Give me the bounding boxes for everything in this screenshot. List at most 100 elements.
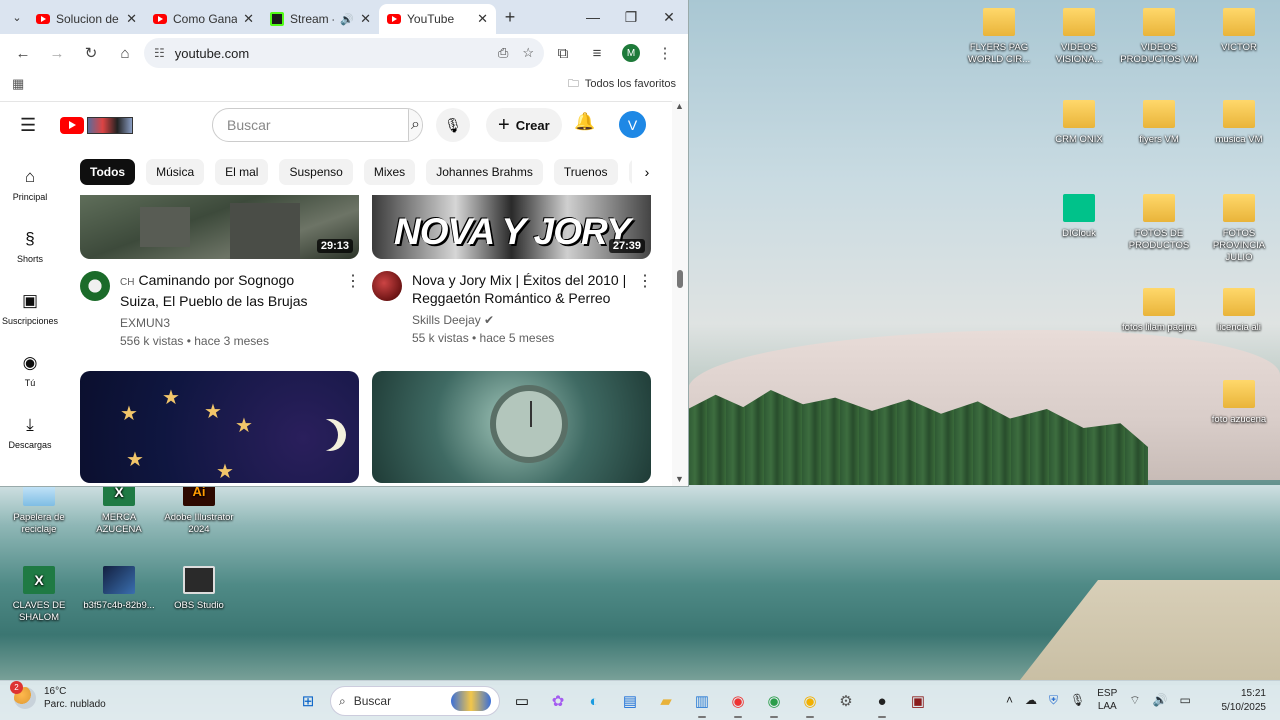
desktop-icon-obs[interactable]: OBS Studio [160, 566, 238, 612]
video-thumbnail[interactable] [372, 371, 651, 483]
back-button[interactable]: ← [8, 39, 38, 67]
task-view-icon[interactable]: ▭ [508, 687, 536, 715]
video-thumbnail[interactable]: ★ ★ ★ ★ ★ ★ [80, 371, 359, 483]
desktop-icon-crm-onix[interactable]: CRM ONIX [1040, 100, 1118, 146]
chip-el-mal[interactable]: El mal [215, 159, 269, 185]
audio-playing-icon[interactable]: 🔊 [340, 13, 354, 26]
notifications-bell-icon[interactable]: 🔔 [574, 112, 595, 132]
video-card[interactable]: NOVA Y JORY 27:39 Nova y Jory Mix | Éxit… [372, 195, 653, 345]
extensions-icon[interactable]: ⧉ [548, 39, 578, 67]
security-shield-icon[interactable]: ⛨ [1049, 693, 1058, 708]
voice-search-icon[interactable]: 🎙 [436, 108, 470, 142]
wifi-icon[interactable]: ⌔ [1129, 693, 1140, 708]
chip-todos[interactable]: Todos [80, 159, 136, 185]
scroll-thumb[interactable] [677, 270, 683, 288]
chip-truenos[interactable]: Truenos [553, 159, 618, 185]
home-button[interactable]: ⌂ [110, 39, 140, 67]
close-tab-icon[interactable]: ✕ [243, 11, 254, 27]
sidebar-item-descargas[interactable]: ⤓ Descargas [0, 402, 60, 464]
chip-musica[interactable]: Música [146, 159, 205, 185]
close-tab-icon[interactable]: ✕ [360, 11, 371, 27]
desktop-icon-image-file[interactable]: b3f57c4b-82b9... [80, 566, 158, 612]
desktop-icon-foto-azucena[interactable]: foto azucena [1200, 380, 1278, 426]
desktop-icon-victor[interactable]: VICTOR [1200, 8, 1278, 54]
sidebar-item-tu[interactable]: ◉ Tú [0, 340, 60, 402]
chrome-profile-v-icon[interactable]: ◉ [796, 687, 824, 718]
reload-button[interactable]: ↻ [76, 39, 106, 67]
chevron-right-icon[interactable]: › [632, 159, 662, 185]
desktop-icon-illustrator[interactable]: Ai Adobe Illustrator 2024 [160, 478, 238, 536]
video-title[interactable]: CH Caminando por Sognogo Suiza, El Pueblo… [120, 271, 335, 310]
scroll-down-icon[interactable]: ▼ [675, 474, 684, 484]
video-thumbnail[interactable]: 29:13 [80, 195, 359, 259]
more-options-icon[interactable]: ⋮ [637, 271, 653, 345]
chip-suspenso[interactable]: Suspenso [279, 159, 353, 185]
store-icon[interactable]: ▤ [616, 687, 644, 715]
chevron-up-icon[interactable]: ˄ [1006, 693, 1013, 707]
forward-button[interactable]: → [42, 39, 72, 67]
desktop-icon-recycle-bin[interactable]: Papelera de reciclaje [0, 478, 78, 536]
microphone-icon[interactable]: 🎙 [1070, 693, 1085, 707]
settings-gear-icon[interactable]: ⚙ [832, 687, 860, 715]
media-controls-icon[interactable]: ≡ [582, 39, 612, 67]
edge-icon[interactable]: ◐ [580, 687, 608, 715]
channel-avatar[interactable] [80, 271, 110, 301]
video-thumbnail[interactable]: NOVA Y JORY 27:39 [372, 195, 651, 259]
close-tab-icon[interactable]: ✕ [126, 11, 137, 27]
search-input[interactable] [213, 109, 408, 141]
tab-stream[interactable]: Stream - 🔊 ✕ [262, 4, 379, 34]
desktop-icon-diclouk[interactable]: DIClouk [1040, 194, 1118, 240]
chip-mixes[interactable]: Mixes [363, 159, 416, 185]
page-scrollbar[interactable]: ▲ ▼ [672, 101, 688, 486]
url-text[interactable]: youtube.com [175, 46, 249, 61]
channel-name[interactable]: EXMUN3 [120, 316, 335, 330]
notepad-icon[interactable]: ▥ [688, 687, 716, 718]
browser-menu-icon[interactable]: ⋮ [650, 39, 680, 67]
site-info-icon[interactable]: ☷ [154, 46, 165, 60]
tab-youtube[interactable]: YouTube ✕ [379, 4, 496, 34]
sidebar-item-suscripciones[interactable]: ▣ Suscripciones [0, 278, 60, 340]
volume-icon[interactable]: 🔊 [1153, 693, 1168, 707]
desktop-icon-merca-azucena[interactable]: X MERCA AZUCENA [80, 478, 158, 536]
create-button[interactable]: + Crear [486, 108, 562, 142]
copilot-icon[interactable]: ✿ [544, 687, 572, 715]
install-app-icon[interactable]: ⎙ [498, 45, 508, 61]
address-bar[interactable]: ☷ youtube.com ⎙ ☆ [144, 38, 544, 68]
desktop-icon-claves-shalom[interactable]: X CLAVES DE SHALOM [0, 566, 78, 624]
language-indicator[interactable]: ESP LAA [1097, 687, 1117, 713]
close-tab-icon[interactable]: ✕ [477, 11, 488, 27]
profile-button[interactable]: M [616, 39, 646, 67]
windows-start-icon[interactable]: ⊞ [294, 687, 322, 715]
desktop-icon-fotos-provincia[interactable]: FOTOS PROVINCIA JULIO [1200, 194, 1278, 264]
chrome-profile-m-icon[interactable]: ◉ [724, 687, 752, 718]
file-explorer-icon[interactable]: ▰ [652, 687, 680, 715]
weather-widget[interactable]: 2 16°C Parc. nublado [10, 681, 106, 711]
chrome-profile-vm-icon[interactable]: ◉ [760, 687, 788, 718]
menu-icon[interactable]: ☰ [20, 115, 50, 136]
apps-grid-icon[interactable]: ▦ [12, 76, 24, 92]
minimize-icon[interactable]: — [574, 9, 612, 26]
account-avatar[interactable]: V [619, 111, 646, 138]
desktop-icon-licencia-ali[interactable]: licencia ali [1200, 288, 1278, 334]
close-window-icon[interactable]: ✕ [650, 9, 688, 26]
desktop-icon-musica-vm[interactable]: musica VM [1200, 100, 1278, 146]
video-card[interactable]: 29:13 CH Caminando por Sognogo Suiza, El … [80, 195, 361, 348]
restore-icon[interactable]: ❐ [612, 9, 650, 26]
desktop-icon-flyers-vm[interactable]: flyers VM [1120, 100, 1198, 146]
new-tab-button[interactable]: + [496, 7, 524, 28]
youtube-logo[interactable] [60, 116, 133, 134]
battery-icon[interactable]: ▭ [1180, 693, 1191, 707]
channel-avatar[interactable] [372, 271, 402, 301]
tab-search-button[interactable]: ⌄ [6, 6, 28, 28]
desktop-icon-fotos-lilam[interactable]: fotos lilam pagina [1120, 288, 1198, 334]
video-card[interactable] [372, 371, 651, 483]
bookmark-star-icon[interactable]: ☆ [522, 45, 534, 61]
sidebar-item-shorts[interactable]: § Shorts [0, 216, 60, 278]
video-card[interactable]: ★ ★ ★ ★ ★ ★ [80, 371, 359, 483]
tab-solucion[interactable]: Solucion de ✕ [28, 4, 145, 34]
taskbar-clock[interactable]: 15:21 5/10/2025 [1214, 687, 1267, 715]
obs-taskbar-icon[interactable]: ● [868, 687, 896, 718]
app-taskbar-icon[interactable]: ▣ [904, 687, 932, 715]
channel-name[interactable]: Skills Deejay ✔ [412, 313, 627, 327]
desktop-icon-fotos-productos[interactable]: FOTOS DE PRODUCTOS [1120, 194, 1198, 252]
